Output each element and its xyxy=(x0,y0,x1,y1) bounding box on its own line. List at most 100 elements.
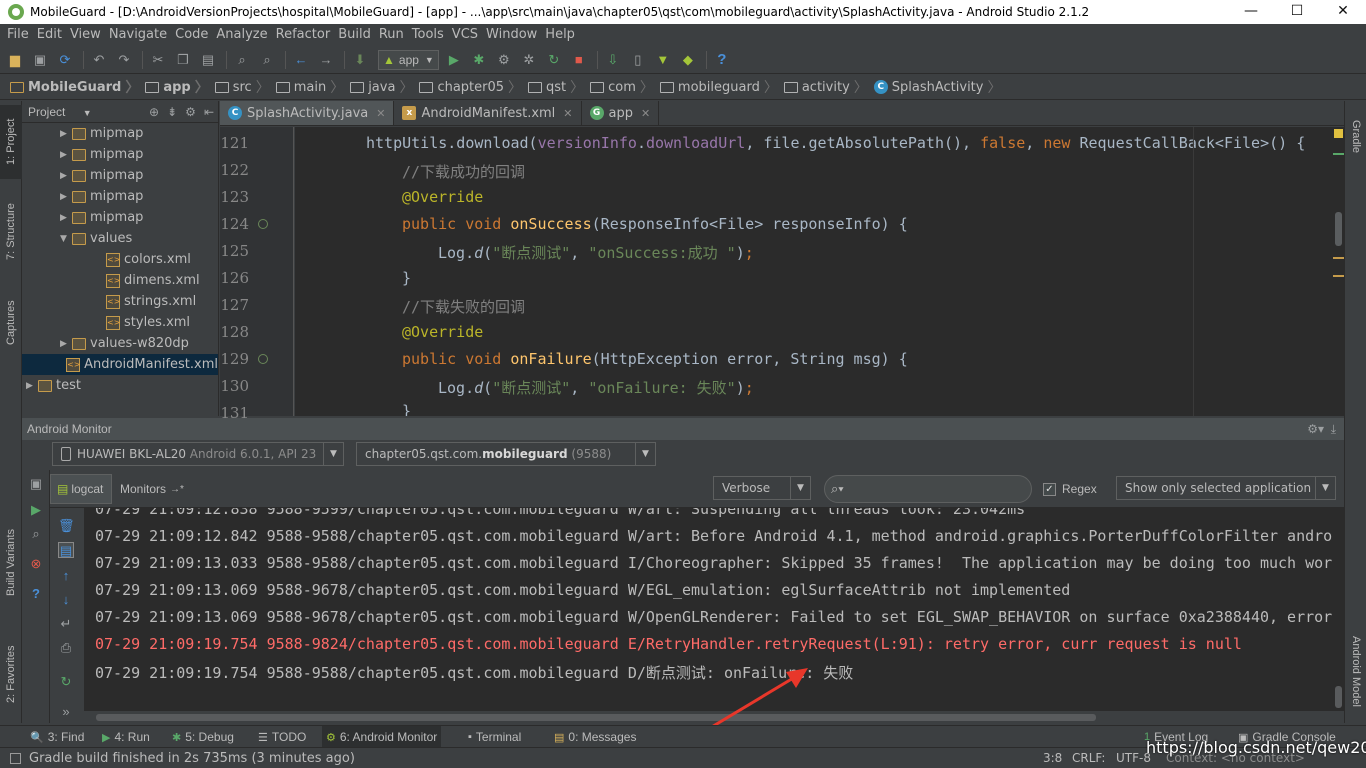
tab-app-gradle[interactable]: G app ✕ xyxy=(582,101,660,125)
menu-navigate[interactable]: Navigate xyxy=(105,27,171,42)
tree-item[interactable]: <> dimens.xml xyxy=(22,270,218,291)
menu-build[interactable]: Build xyxy=(334,27,375,42)
menu-vcs[interactable]: VCS xyxy=(448,27,482,42)
more-icon[interactable]: » xyxy=(58,704,74,720)
tree-item[interactable]: ▶ mipmap xyxy=(22,123,218,144)
tool-tab-structure[interactable]: 7: Structure xyxy=(0,189,22,275)
forward-icon[interactable]: → xyxy=(315,49,337,71)
redo-icon[interactable]: ↷ xyxy=(113,49,135,71)
breadcrumb-splashactivity[interactable]: C SplashActivity 〉 xyxy=(870,77,1001,97)
tab-monitors[interactable]: Monitors →* xyxy=(114,474,190,504)
hide-panel-icon[interactable]: ⤓ xyxy=(1331,422,1336,436)
tree-item[interactable]: <> AndroidManifest.xml xyxy=(22,354,218,375)
paste-icon[interactable]: ▤ xyxy=(197,49,219,71)
sdk-manager-icon[interactable]: ▼ xyxy=(652,49,674,71)
close-icon[interactable]: ✕ xyxy=(376,107,385,120)
up-icon[interactable]: ↑ xyxy=(58,568,74,584)
help-icon[interactable]: ? xyxy=(28,586,44,602)
process-select[interactable]: chapter05.qst.com. mobileguard (9588) ▼ xyxy=(356,442,656,466)
screen-record-icon[interactable]: ▶ xyxy=(28,502,44,518)
menu-analyze[interactable]: Analyze xyxy=(212,27,271,42)
make-project-icon[interactable]: ⬇ xyxy=(349,49,371,71)
apply-changes-icon[interactable]: ↻ xyxy=(543,49,565,71)
menu-refactor[interactable]: Refactor xyxy=(272,27,335,42)
menu-help[interactable]: Help xyxy=(541,27,579,42)
stop-icon[interactable]: ■ xyxy=(568,49,590,71)
open-folder-icon[interactable]: ▆ xyxy=(4,49,26,71)
editor-scrollbar[interactable] xyxy=(1333,127,1344,416)
code-editor[interactable]: httpUtils.download(versionInfo.downloadU… xyxy=(295,127,1333,416)
tool-tab-todo[interactable]: ☰ TODO xyxy=(254,726,310,748)
menu-window[interactable]: Window xyxy=(482,27,541,42)
tool-tab-terminal[interactable]: ▪ Terminal xyxy=(464,726,525,748)
breadcrumb-chapter05[interactable]: chapter05 〉 xyxy=(415,77,522,97)
tab-logcat[interactable]: ▤ logcat xyxy=(50,474,112,504)
breadcrumb-mobileguard[interactable]: mobileguard 〉 xyxy=(656,77,778,97)
logcat-search-input[interactable]: ⌕▾ xyxy=(824,475,1032,503)
maximize-button[interactable]: ☐ xyxy=(1274,0,1320,24)
menu-view[interactable]: View xyxy=(66,27,105,42)
close-icon[interactable]: ✕ xyxy=(641,107,650,120)
filter-select[interactable]: Show only selected application ▼ xyxy=(1116,476,1336,500)
minimize-button[interactable]: — xyxy=(1228,0,1274,24)
tree-item[interactable]: <> colors.xml xyxy=(22,249,218,270)
gear-icon[interactable]: ⚙▾ xyxy=(1307,422,1324,436)
menu-edit[interactable]: Edit xyxy=(33,27,66,42)
tool-tab-captures[interactable]: Captures xyxy=(0,287,22,359)
tree-item[interactable]: ▶ values-w820dp xyxy=(22,333,218,354)
regex-checkbox[interactable]: ✓ xyxy=(1043,483,1056,496)
logcat-vertical-scrollbar[interactable] xyxy=(1332,508,1344,711)
tool-tab-project[interactable]: 1: Project xyxy=(0,105,22,179)
print-icon[interactable]: ⎙ xyxy=(58,640,74,656)
menu-file[interactable]: File xyxy=(3,27,33,42)
override-marker-icon[interactable] xyxy=(258,219,268,229)
tree-item[interactable]: ▼ values xyxy=(22,228,218,249)
tool-tab-run[interactable]: ▶ 4: Run xyxy=(98,726,154,748)
expand-right-icon[interactable]: ▶ xyxy=(26,381,38,391)
tree-item[interactable]: ▶ mipmap xyxy=(22,165,218,186)
run-config-select[interactable]: ▲ app ▼ xyxy=(378,49,439,70)
sync-gradle-icon[interactable]: ⇩ xyxy=(602,49,624,71)
expand-down-icon[interactable]: ▼ xyxy=(60,234,72,244)
breadcrumb-module[interactable]: app 〉 xyxy=(141,77,209,97)
close-button[interactable]: ✕ xyxy=(1320,0,1366,24)
menu-run[interactable]: Run xyxy=(375,27,408,42)
breadcrumb-src[interactable]: src 〉 xyxy=(211,77,270,97)
tree-item[interactable]: ▶ test xyxy=(22,375,218,396)
sync-scroll-icon[interactable]: ⊕ xyxy=(149,105,159,119)
help-icon[interactable]: ? xyxy=(711,49,733,71)
override-marker-icon[interactable] xyxy=(258,354,268,364)
menu-code[interactable]: Code xyxy=(171,27,212,42)
breadcrumb-main[interactable]: main 〉 xyxy=(272,77,344,97)
toggle-tool-windows-icon[interactable] xyxy=(10,752,21,764)
scrollbar-thumb[interactable] xyxy=(1335,212,1342,246)
tree-item[interactable]: <> strings.xml xyxy=(22,291,218,312)
cut-icon[interactable]: ✂ xyxy=(147,49,169,71)
log-level-select[interactable]: Verbose ▼ xyxy=(713,476,811,500)
tool-tab-debug[interactable]: ✱ 5: Debug xyxy=(168,726,238,748)
expand-right-icon[interactable]: ▶ xyxy=(60,213,72,223)
scrollbar-thumb[interactable] xyxy=(1335,686,1342,708)
breadcrumb-activity[interactable]: activity 〉 xyxy=(780,77,868,97)
tool-tab-favorites[interactable]: 2: Favorites xyxy=(0,629,22,719)
tool-tab-messages[interactable]: ▤ 0: Messages xyxy=(550,726,640,748)
sync-icon[interactable]: ⟳ xyxy=(54,49,76,71)
replace-icon[interactable]: ⌕ xyxy=(256,49,278,71)
android-device-monitor-icon[interactable]: ◆ xyxy=(677,49,699,71)
tree-item[interactable]: <> styles.xml xyxy=(22,312,218,333)
line-separator[interactable]: CRLF: xyxy=(1072,751,1105,765)
debug-icon[interactable]: ✱ xyxy=(468,49,490,71)
down-icon[interactable]: ↓ xyxy=(58,592,74,608)
collapse-all-icon[interactable]: ⇟ xyxy=(167,105,177,119)
gear-icon[interactable]: ⚙ xyxy=(185,105,196,119)
avd-manager-icon[interactable]: ▯ xyxy=(627,49,649,71)
hide-panel-icon[interactable]: ⇤ xyxy=(204,105,214,119)
caret-position[interactable]: 3:8 xyxy=(1043,751,1062,765)
tool-tab-find[interactable]: 🔍 3: Find xyxy=(26,726,88,748)
screenshot-icon[interactable]: ▣ xyxy=(28,476,44,492)
device-select[interactable]: HUAWEI BKL-AL20 Android 6.0.1, API 23 ▼ xyxy=(52,442,344,466)
soft-wrap-icon[interactable]: ↵ xyxy=(58,616,74,632)
copy-icon[interactable]: ❐ xyxy=(172,49,194,71)
breadcrumb-java[interactable]: java 〉 xyxy=(346,77,413,97)
attach-debugger-icon[interactable]: ✲ xyxy=(518,49,540,71)
